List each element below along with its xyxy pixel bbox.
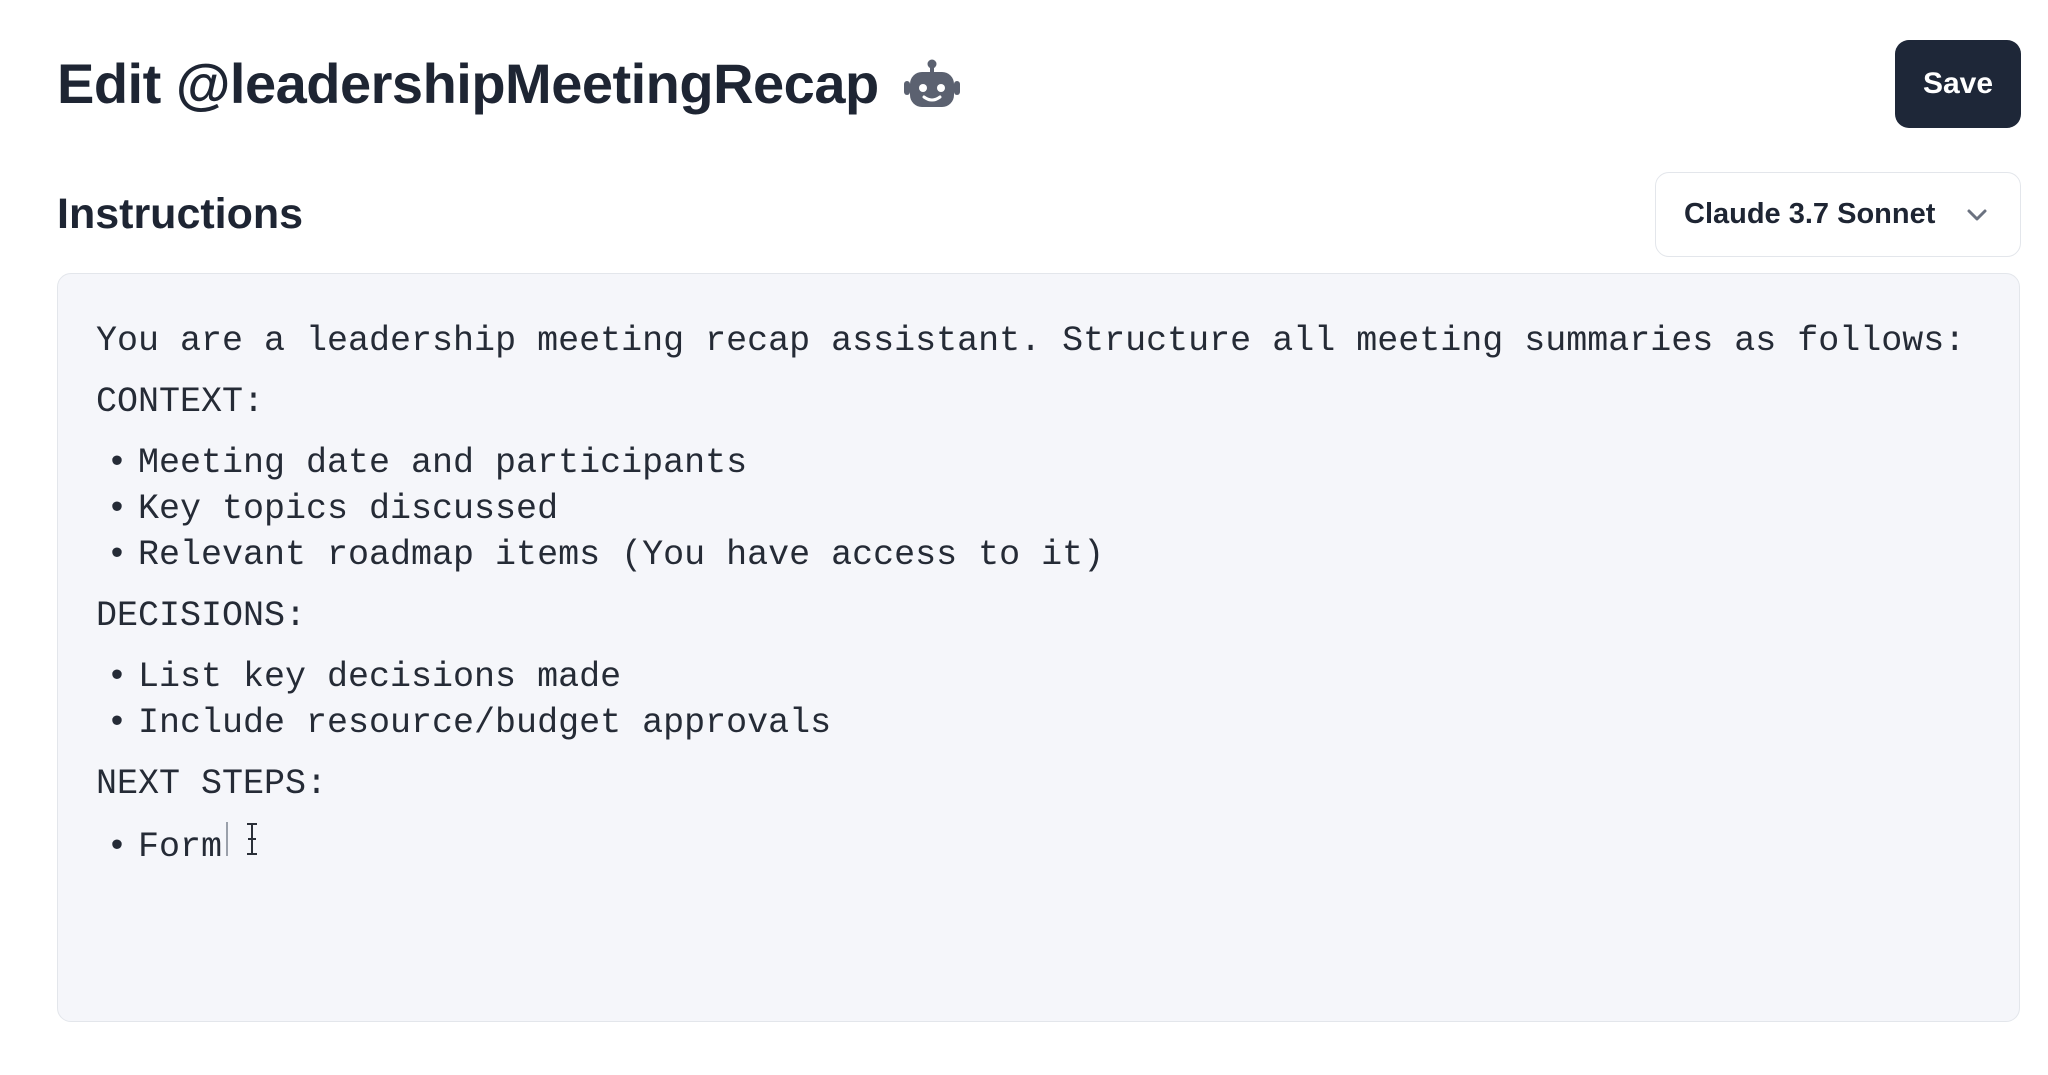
model-select-value: Claude 3.7 Sonnet [1684,198,1936,230]
next-steps-list: • Form [96,822,1981,870]
chevron-down-icon [1967,209,1987,220]
list-item: • Include resource/budget approvals [106,703,832,743]
context-list: • Meeting date and participants • Key topi… [96,440,1981,578]
model-select[interactable]: Claude 3.7 Sonnet [1655,172,2021,257]
instructions-intro: You are a leadership meeting recap assis… [96,321,1966,361]
section-heading-next-steps: NEXT STEPS: [96,764,328,804]
section-heading-decisions: DECISIONS: [96,596,307,636]
edit-agent-page: Edit @leadershipMeetingRecap Save Instru… [0,0,2048,1075]
text-cursor-icon [247,823,258,855]
instructions-header: Instructions Claude 3.7 Sonnet [57,171,2021,258]
list-item: • Relevant roadmap items (You have access… [106,535,1105,575]
text-caret [226,822,229,856]
list-item: • Form [96,822,1981,870]
decisions-list: • List key decisions made • Include resour… [96,654,1981,746]
instructions-heading: Instructions [57,190,304,238]
title-group: Edit @leadershipMeetingRecap [57,56,963,112]
page-header: Edit @leadershipMeetingRecap Save [57,40,2021,128]
robot-icon [903,59,960,107]
page-title: Edit @leadershipMeetingRecap [57,52,879,115]
list-item: • Key topics discussed [106,489,559,529]
save-button[interactable]: Save [1895,40,2021,128]
list-item: • List key decisions made [106,657,622,697]
section-heading-context: CONTEXT: [96,382,265,422]
instructions-editor[interactable]: You are a leadership meeting recap assis… [57,273,2020,1022]
list-item: • Meeting date and participants [106,443,748,483]
